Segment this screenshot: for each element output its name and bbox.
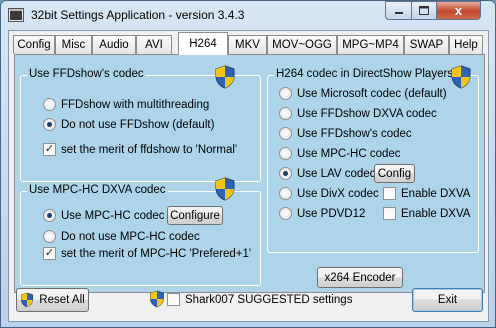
option-label: Use MPC-HC codec [61,209,165,222]
option-label: Use LAV codec [297,167,376,180]
tab-audio[interactable]: Audio [92,35,136,54]
uac-shield-icon [215,177,235,201]
radio-unselected[interactable] [279,147,292,160]
tab-label: Misc [61,39,86,51]
button-label: Reset All [39,294,85,306]
tab-label: Help [454,39,478,51]
ffdshow-do-not-use-radio[interactable]: Do not use FFDshow (default) [43,118,214,131]
tab-config[interactable]: Config [13,35,55,54]
checkbox-label: Enable DXVA [401,207,471,220]
close-icon: x [454,3,463,18]
tab-label: MOV~OGG [272,39,332,51]
use-mpc-hc-codec-radio[interactable]: Use MPC-HC codec [279,147,401,160]
window-title: 32bit Settings Application - version 3.4… [31,8,245,22]
uac-shield-icon [150,290,164,308]
option-label: Use FFDshow DXVA codec [297,107,437,120]
ffdshow-group: Use FFDshow's codec FFDshow with multith… [20,65,261,182]
use-mpc-hc-radio[interactable]: Use MPC-HC codec [43,209,165,222]
radio-unselected[interactable] [43,230,56,243]
title-bar[interactable]: 32bit Settings Application - version 3.4… [1,1,495,31]
radio-unselected[interactable] [279,187,292,200]
radio-unselected[interactable] [279,87,292,100]
checkbox-label: Enable DXVA [401,187,471,200]
option-label: Use FFDshow's codec [297,127,412,140]
tab-label: H264 [189,38,217,50]
tab-h264[interactable]: H264 [178,32,228,55]
checkbox-label: set the merit of ffdshow to 'Normal' [61,143,238,156]
tab-label: SWAP [409,39,444,51]
group-title: Use FFDshow's codec [27,68,146,80]
tab-label: AVI [145,39,163,51]
tab-label: MPG~MP4 [342,39,399,51]
tab-swap[interactable]: SWAP [404,35,449,54]
radio-unselected[interactable] [279,127,292,140]
ffdshow-multithreading-radio[interactable]: FFDshow with multithreading [43,98,209,111]
do-not-use-mpc-hc-radio[interactable]: Do not use MPC-HC codec [43,230,200,243]
maximize-icon [419,6,429,15]
divx-enable-dxva-checkbox[interactable]: Enable DXVA [383,187,470,200]
tab-label: Audio [99,39,129,51]
checkbox-label: set the merit of MPC-HC 'Prefered+1' [61,247,252,260]
minimize-button[interactable] [385,1,412,20]
radio-selected[interactable] [279,167,292,180]
reset-all-button[interactable]: Reset All [16,288,89,312]
tab-mpg-mp4[interactable]: MPG~MP4 [337,35,404,54]
use-divx-codec-radio[interactable]: Use DivX codec [279,187,379,200]
use-lav-codec-radio[interactable]: Use LAV codec [279,167,375,180]
tab-misc[interactable]: Misc [55,35,92,54]
configure-button[interactable]: Configure [167,206,223,225]
group-title: Use MPC-HC DXVA codec [27,184,168,196]
use-ffdshows-codec-radio[interactable]: Use FFDshow's codec [279,127,412,140]
maximize-button[interactable] [411,1,437,20]
minimize-icon [394,11,403,14]
x264-encoder-button[interactable]: x264 Encoder [317,267,403,288]
uac-shield-icon [21,292,34,308]
close-button[interactable]: x [436,1,481,20]
tab-label: MKV [235,39,260,51]
radio-unselected[interactable] [279,207,292,220]
use-pdvd12-radio[interactable]: Use PDVD12 [279,207,365,220]
radio-unselected[interactable] [43,98,56,111]
mpc-hc-group: Use MPC-HC DXVA codec Use MPC-HC codec C… [20,177,261,286]
h264-tab-panel: Use FFDshow's codec FFDshow with multith… [14,54,485,293]
tab-label: Config [17,39,51,51]
option-label: Use MPC-HC codec [297,147,401,160]
mpc-hc-merit-checkbox[interactable]: ✓ set the merit of MPC-HC 'Prefered+1' [43,247,251,260]
use-microsoft-codec-radio[interactable]: Use Microsoft codec (default) [279,87,447,100]
tab-mov-ogg[interactable]: MOV~OGG [267,35,337,54]
tab-avi[interactable]: AVI [136,35,172,54]
option-label: Do not use MPC-HC codec [61,230,200,243]
uac-shield-icon [215,65,235,89]
checkbox-unchecked[interactable] [383,187,396,200]
uac-shield-icon [451,65,471,89]
tab-mkv[interactable]: MKV [228,35,267,54]
checkbox-checked[interactable]: ✓ [43,247,56,260]
option-label: FFDshow with multithreading [61,98,210,111]
checkbox-label: Shark007 SUGGESTED settings [185,293,353,306]
checkbox-unchecked[interactable] [167,293,180,306]
option-label: Use DivX codec [297,187,379,200]
option-label: Use Microsoft codec (default) [297,87,447,100]
ffdshow-merit-checkbox[interactable]: ✓ set the merit of ffdshow to 'Normal' [43,143,237,156]
checkbox-checked[interactable]: ✓ [43,143,56,156]
radio-selected[interactable] [43,209,56,222]
option-label: Do not use FFDshow (default) [61,118,215,131]
suggested-settings-checkbox[interactable]: Shark007 SUGGESTED settings [167,293,352,306]
tab-help[interactable]: Help [449,35,483,54]
app-window: 32bit Settings Application - version 3.4… [0,0,496,328]
radio-selected[interactable] [43,118,56,131]
group-title: H264 codec in DirectShow Players [274,68,456,80]
app-icon [8,8,24,22]
use-ffdshow-dxva-radio[interactable]: Use FFDshow DXVA codec [279,107,437,120]
checkbox-unchecked[interactable] [383,207,396,220]
client-area: Config Misc Audio AVI H264 MKV MOV~OGG M… [8,30,489,322]
pdvd12-enable-dxva-checkbox[interactable]: Enable DXVA [383,207,470,220]
radio-unselected[interactable] [279,107,292,120]
h264-directshow-group: H264 codec in DirectShow Players Use Mic… [267,65,479,253]
exit-button[interactable]: Exit [412,288,483,312]
lav-config-button[interactable]: Config [374,164,415,183]
option-label: Use PDVD12 [297,207,366,220]
